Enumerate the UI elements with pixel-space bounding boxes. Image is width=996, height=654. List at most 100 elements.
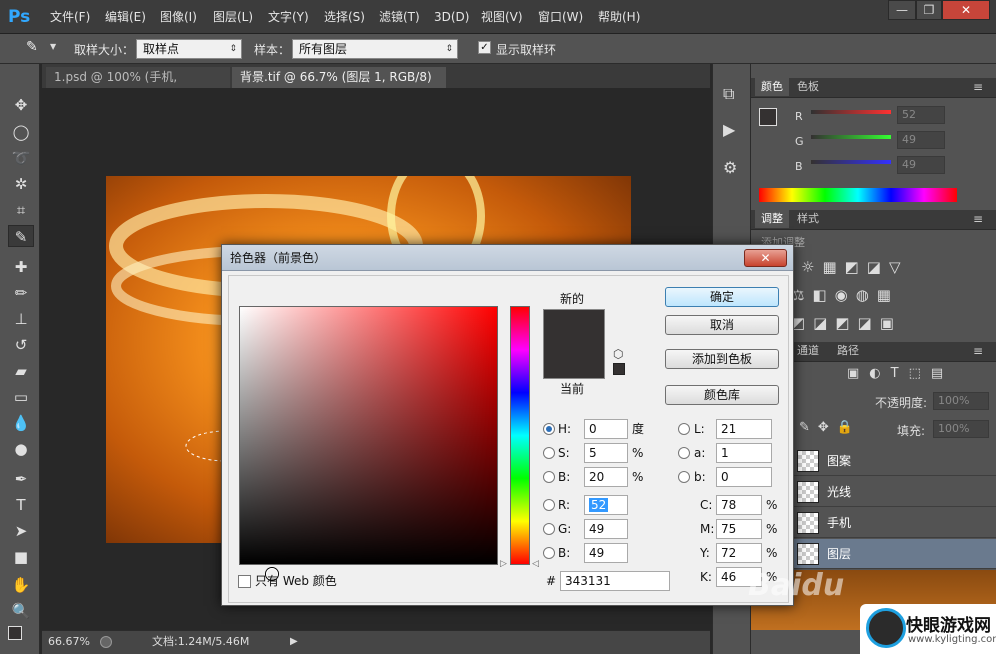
- web-safe-swatch-icon[interactable]: [613, 363, 625, 375]
- menu-type[interactable]: 文字(Y): [268, 0, 309, 34]
- marquee-tool-icon[interactable]: ◯: [8, 121, 34, 143]
- b-value-field[interactable]: 49: [897, 156, 945, 174]
- c-field[interactable]: 78: [716, 495, 762, 515]
- hue-arrow-left-icon[interactable]: ▷: [500, 559, 507, 569]
- chevron-down-icon[interactable]: ▼: [50, 42, 56, 51]
- h-radio[interactable]: [543, 423, 555, 435]
- tab-paths[interactable]: 路径: [831, 342, 865, 360]
- hand-tool-icon[interactable]: ✋: [8, 574, 34, 596]
- a-radio[interactable]: [678, 447, 690, 459]
- l-radio[interactable]: [678, 423, 690, 435]
- menu-view[interactable]: 视图(V): [481, 0, 523, 34]
- adjustment-icons-row-1[interactable]: ☼▦◩◪▽: [801, 258, 909, 276]
- opacity-field[interactable]: 100%: [933, 392, 989, 410]
- blur-tool-icon[interactable]: 💧: [8, 412, 34, 434]
- zoom-tool-icon[interactable]: 🔍: [8, 600, 34, 622]
- ok-button[interactable]: 确定: [665, 287, 779, 307]
- a-field[interactable]: 1: [716, 443, 772, 463]
- hue-slider[interactable]: [510, 306, 530, 565]
- lab-b-field[interactable]: 0: [716, 467, 772, 487]
- brush-tool-icon[interactable]: ✏: [8, 282, 34, 304]
- blue-field[interactable]: 49: [584, 543, 628, 563]
- color-ramp[interactable]: [759, 188, 957, 202]
- tab-background-tif[interactable]: 背景.tif @ 66.7% (图层 1, RGB/8) * ×: [232, 67, 446, 105]
- tab-adjustments[interactable]: 调整: [755, 210, 789, 228]
- r-value-field[interactable]: 52: [897, 106, 945, 124]
- restore-button[interactable]: ❐: [916, 0, 942, 20]
- move-tool-icon[interactable]: ✥: [8, 94, 34, 116]
- menu-select[interactable]: 选择(S): [324, 0, 365, 34]
- r-field[interactable]: 52: [584, 495, 628, 515]
- sample-size-select[interactable]: 取样点 ⇕: [136, 39, 242, 59]
- g-slider[interactable]: [811, 135, 891, 139]
- close-window-button[interactable]: ✕: [942, 0, 990, 20]
- tab-channels[interactable]: 通道: [791, 342, 825, 360]
- foreground-color-box[interactable]: [759, 108, 777, 126]
- tab-color[interactable]: 颜色: [755, 78, 789, 96]
- tab-styles[interactable]: 样式: [791, 210, 825, 228]
- color-libraries-button[interactable]: 颜色库: [665, 385, 779, 405]
- g-field[interactable]: 49: [584, 519, 628, 539]
- panel-menu-icon[interactable]: ≡: [973, 80, 983, 94]
- panel-menu-icon[interactable]: ≡: [973, 344, 983, 358]
- eraser-tool-icon[interactable]: ▰: [8, 360, 34, 382]
- layer-filter-icons[interactable]: ▣◐T⬚▤: [847, 366, 953, 381]
- web-colors-checkbox[interactable]: [238, 575, 251, 588]
- s-radio[interactable]: [543, 447, 555, 459]
- type-tool-icon[interactable]: T: [8, 494, 34, 516]
- menu-help[interactable]: 帮助(H): [598, 0, 640, 34]
- adjustment-icons-row-2[interactable]: ⚖◧◉◍▦: [791, 286, 899, 304]
- b-slider[interactable]: [811, 160, 891, 164]
- b-radio[interactable]: [543, 471, 555, 483]
- cube-warning-icon[interactable]: ⬡: [613, 347, 623, 361]
- foreground-color-swatch[interactable]: [8, 626, 22, 640]
- y-field[interactable]: 72: [716, 543, 762, 563]
- lock-icons[interactable]: ✎✥🔒: [799, 420, 861, 435]
- r-radio[interactable]: [543, 499, 555, 511]
- r-slider[interactable]: [811, 110, 891, 114]
- menu-3d[interactable]: 3D(D): [434, 0, 469, 34]
- tool-presets-icon[interactable]: ⚙: [723, 158, 737, 177]
- eyedropper-icon[interactable]: ✎: [26, 39, 44, 57]
- play-arrow-icon[interactable]: ▶: [290, 631, 298, 653]
- magic-wand-icon[interactable]: ✲: [8, 173, 34, 195]
- h-field[interactable]: 0: [584, 419, 628, 439]
- path-select-icon[interactable]: ➤: [8, 520, 34, 542]
- adjustment-icons-row-3[interactable]: ◩◪◩◪▣: [791, 314, 902, 332]
- info-icon[interactable]: [100, 636, 112, 648]
- b-field[interactable]: 20: [584, 467, 628, 487]
- g-radio[interactable]: [543, 523, 555, 535]
- actions-play-icon[interactable]: ▶: [723, 120, 735, 139]
- lab-b-radio[interactable]: [678, 471, 690, 483]
- tab-swatches[interactable]: 色板: [791, 78, 825, 96]
- lasso-tool-icon[interactable]: ➰: [8, 147, 34, 169]
- panel-menu-icon[interactable]: ≡: [973, 212, 983, 226]
- menu-image[interactable]: 图像(I): [160, 0, 197, 34]
- tab-1-psd[interactable]: 1.psd @ 100% (手机, RGB/8) ×: [46, 67, 230, 105]
- menu-edit[interactable]: 编辑(E): [105, 0, 146, 34]
- zoom-level[interactable]: 66.67%: [48, 631, 90, 653]
- cancel-button[interactable]: 取消: [665, 315, 779, 335]
- healing-brush-icon[interactable]: ✚: [8, 256, 34, 278]
- menu-window[interactable]: 窗口(W): [538, 0, 583, 34]
- crop-tool-icon[interactable]: ⌗: [8, 199, 34, 221]
- s-field[interactable]: 5: [584, 443, 628, 463]
- menu-file[interactable]: 文件(F): [50, 0, 90, 34]
- add-to-swatches-button[interactable]: 添加到色板: [665, 349, 779, 369]
- menu-filter[interactable]: 滤镜(T): [379, 0, 420, 34]
- eyedropper-tool-icon[interactable]: ✎: [8, 225, 34, 247]
- dialog-close-button[interactable]: ✕: [744, 249, 787, 267]
- hex-field[interactable]: 343131: [560, 571, 670, 591]
- sample-select[interactable]: 所有图层 ⇕: [292, 39, 458, 59]
- fill-field[interactable]: 100%: [933, 420, 989, 438]
- menu-layer[interactable]: 图层(L): [213, 0, 253, 34]
- minimize-button[interactable]: —: [888, 0, 916, 20]
- show-ring-checkbox[interactable]: ✓: [478, 41, 491, 54]
- history-panel-icon[interactable]: ⧉: [723, 84, 734, 104]
- hue-arrow-right-icon[interactable]: ◁: [532, 559, 539, 569]
- color-field[interactable]: [239, 306, 498, 580]
- m-field[interactable]: 75: [716, 519, 762, 539]
- stamp-tool-icon[interactable]: ⊥: [8, 308, 34, 330]
- g-value-field[interactable]: 49: [897, 131, 945, 149]
- history-brush-icon[interactable]: ↺: [8, 334, 34, 356]
